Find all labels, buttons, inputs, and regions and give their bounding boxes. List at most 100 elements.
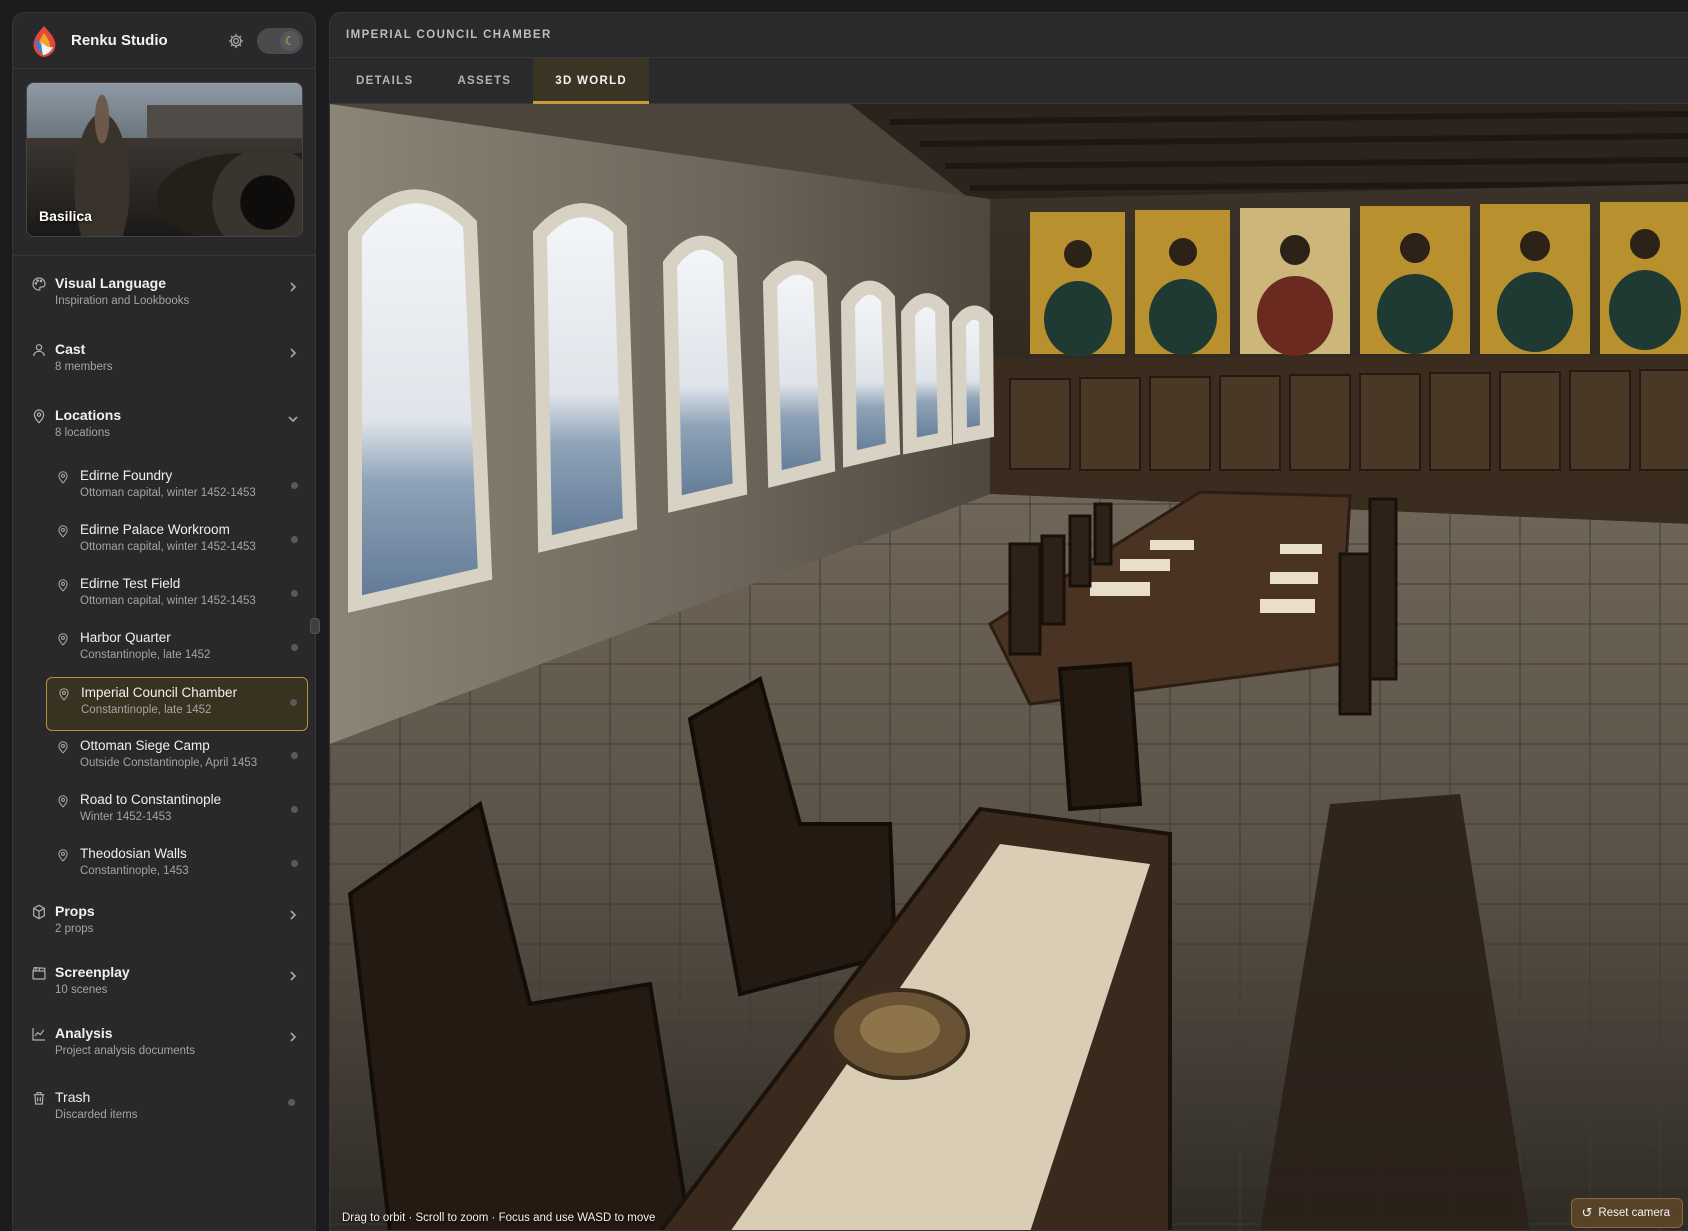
- location-subtitle: Ottoman capital, winter 1452-1453: [80, 487, 256, 499]
- clapperboard-icon: [32, 967, 46, 980]
- location-title: Theodosian Walls: [80, 846, 187, 861]
- app-name: Renku Studio: [71, 32, 168, 49]
- tab-details[interactable]: DETAILS: [334, 58, 435, 104]
- location-subtitle: Outside Constantinople, April 1453: [80, 757, 258, 769]
- sidebar-item-subtitle: Project analysis documents: [55, 1045, 195, 1057]
- sidebar-item-cast[interactable]: Cast 8 members: [13, 339, 315, 405]
- location-subtitle: Constantinople, late 1452: [81, 704, 212, 716]
- location-title: Imperial Council Chamber: [81, 685, 238, 700]
- tab-assets[interactable]: ASSETS: [435, 58, 533, 104]
- chevron-right-icon: [290, 282, 297, 292]
- project-title: Basilica: [39, 208, 92, 224]
- location-title: Harbor Quarter: [80, 630, 171, 645]
- location-title: Edirne Test Field: [80, 576, 181, 591]
- location-item[interactable]: Edirne Test Field Ottoman capital, winter…: [46, 569, 308, 623]
- location-item[interactable]: Road to Constantinople Winter 1452-1453: [46, 785, 308, 839]
- location-title: Road to Constantinople: [80, 792, 222, 807]
- sidebar-resize-handle[interactable]: [310, 618, 320, 634]
- locations-list: Edirne Foundry Ottoman capital, winter 14…: [13, 461, 315, 893]
- tab-bar: DETAILS ASSETS 3D WORLD: [330, 58, 1688, 104]
- location-pin-icon: [59, 688, 69, 701]
- sidebar: Renku Studio ☾ Basilica Visual Language …: [12, 12, 316, 1231]
- chevron-right-icon: [290, 1032, 297, 1042]
- status-dot: [291, 644, 298, 651]
- page-title: IMPERIAL COUNCIL CHAMBER: [346, 29, 552, 41]
- location-pin-icon: [58, 525, 68, 538]
- status-dot: [290, 699, 297, 706]
- sidebar-divider: [13, 255, 315, 256]
- sidebar-item-subtitle: 10 scenes: [55, 984, 108, 996]
- theme-toggle[interactable]: ☾: [257, 27, 303, 54]
- box-icon: [33, 904, 45, 920]
- sidebar-item-subtitle: 8 members: [55, 361, 113, 373]
- sidebar-nav: Visual Language Inspiration and Lookbook…: [13, 273, 315, 1148]
- location-subtitle: Ottoman capital, winter 1452-1453: [80, 595, 256, 607]
- sidebar-item-title: Analysis: [55, 1025, 113, 1041]
- viewport-hint: Drag to orbit · Scroll to zoom · Focus a…: [342, 1212, 656, 1224]
- chevron-right-icon: [290, 348, 297, 358]
- sidebar-header: Renku Studio ☾: [13, 13, 315, 69]
- status-dot: [291, 806, 298, 813]
- location-title: Edirne Palace Workroom: [80, 522, 230, 537]
- sidebar-item-title: Locations: [55, 407, 122, 423]
- location-pin-icon: [58, 741, 68, 754]
- sidebar-item-props[interactable]: Props 2 props: [13, 901, 315, 962]
- location-subtitle: Constantinople, 1453: [80, 865, 189, 877]
- reset-camera-button[interactable]: ↺ Reset camera: [1570, 1198, 1683, 1228]
- status-dot: [291, 536, 298, 543]
- gear-icon[interactable]: [227, 32, 245, 50]
- app-logo-icon[interactable]: [29, 24, 59, 58]
- location-pin-icon: [58, 795, 68, 808]
- location-pin-icon: [58, 471, 68, 484]
- sidebar-item-title: Props: [55, 903, 95, 919]
- moon-icon: ☾: [280, 30, 300, 51]
- location-item[interactable]: Ottoman Siege Camp Outside Constantinople…: [46, 731, 308, 785]
- app-window: Renku Studio ☾ Basilica Visual Language …: [0, 0, 1688, 1231]
- location-pin-icon: [33, 409, 45, 424]
- user-icon: [33, 344, 45, 357]
- palette-icon: [32, 277, 46, 291]
- location-title: Ottoman Siege Camp: [80, 738, 210, 753]
- sidebar-item-analysis[interactable]: Analysis Project analysis documents: [13, 1023, 315, 1087]
- reset-icon: ↺: [1581, 1205, 1593, 1220]
- sidebar-item-subtitle: Discarded items: [55, 1109, 138, 1121]
- chart-icon: [32, 1028, 45, 1041]
- location-pin-icon: [58, 579, 68, 592]
- location-subtitle: Constantinople, late 1452: [80, 649, 211, 661]
- status-dot: [288, 1099, 295, 1106]
- location-item[interactable]: Theodosian Walls Constantinople, 1453: [46, 839, 308, 893]
- sidebar-item-title: Trash: [55, 1089, 91, 1105]
- sidebar-item-locations[interactable]: Locations 8 locations: [13, 405, 315, 461]
- main-header: IMPERIAL COUNCIL CHAMBER: [330, 13, 1688, 58]
- sidebar-lower-sections: Props 2 props Screenplay 10 scenes Analysis P…: [13, 901, 315, 1148]
- status-dot: [291, 482, 298, 489]
- chevron-down-icon: [288, 416, 298, 423]
- status-dot: [291, 590, 298, 597]
- sidebar-item-title: Visual Language: [55, 275, 166, 291]
- location-title: Edirne Foundry: [80, 468, 173, 483]
- location-pin-icon: [58, 849, 68, 862]
- sidebar-item-subtitle: 8 locations: [55, 427, 110, 439]
- location-subtitle: Winter 1452-1453: [80, 811, 172, 823]
- sidebar-item-trash[interactable]: Trash Discarded items: [13, 1087, 315, 1148]
- location-subtitle: Ottoman capital, winter 1452-1453: [80, 541, 256, 553]
- main-panel: IMPERIAL COUNCIL CHAMBER DETAILS ASSETS …: [329, 12, 1688, 1231]
- chevron-right-icon: [290, 971, 297, 981]
- sidebar-item-title: Cast: [55, 341, 86, 357]
- trash-icon: [33, 1092, 45, 1105]
- location-item[interactable]: Imperial Council Chamber Constantinople, …: [46, 677, 308, 731]
- sidebar-item-screenplay[interactable]: Screenplay 10 scenes: [13, 962, 315, 1023]
- project-card[interactable]: Basilica: [26, 82, 303, 237]
- tab-3d-world[interactable]: 3D WORLD: [533, 58, 649, 104]
- status-dot: [291, 752, 298, 759]
- 3d-scene[interactable]: [330, 104, 1688, 1231]
- 3d-viewport[interactable]: Drag to orbit · Scroll to zoom · Focus a…: [330, 104, 1688, 1231]
- sidebar-item-visual-language[interactable]: Visual Language Inspiration and Lookbook…: [13, 273, 315, 339]
- location-item[interactable]: Edirne Foundry Ottoman capital, winter 14…: [46, 461, 308, 515]
- sidebar-item-title: Screenplay: [55, 964, 130, 980]
- sidebar-item-subtitle: Inspiration and Lookbooks: [55, 295, 190, 307]
- location-item[interactable]: Harbor Quarter Constantinople, late 1452: [46, 623, 308, 677]
- location-pin-icon: [58, 633, 68, 646]
- reset-camera-label: Reset camera: [1598, 1207, 1670, 1219]
- location-item[interactable]: Edirne Palace Workroom Ottoman capital, w…: [46, 515, 308, 569]
